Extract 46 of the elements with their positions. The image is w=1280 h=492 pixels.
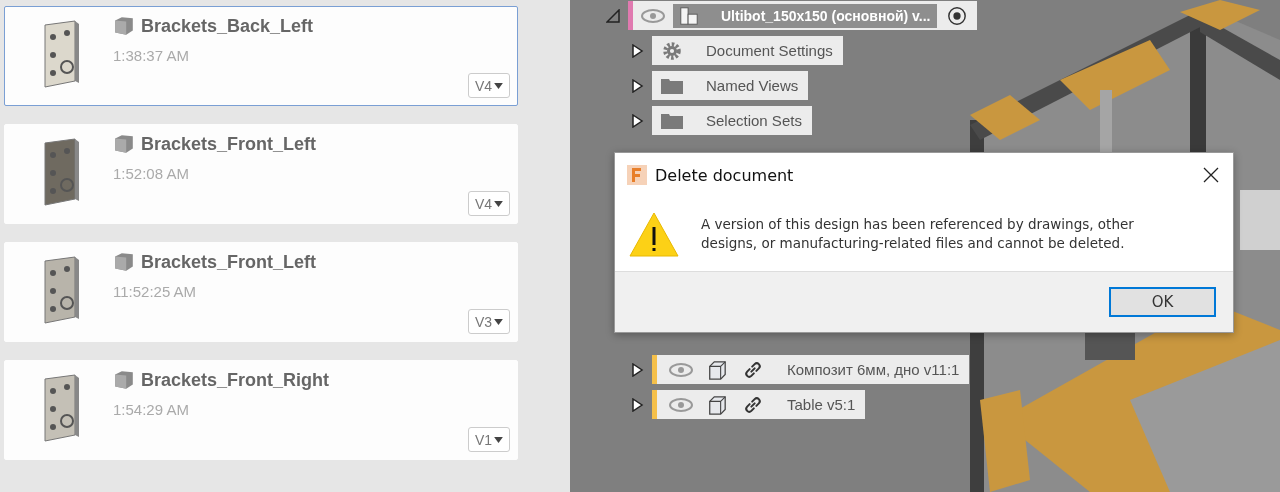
settings-icon	[660, 40, 684, 61]
document-time: 1:38:37 AM	[113, 47, 190, 64]
caret-icon	[494, 436, 504, 443]
document-card[interactable]: Brackets_Front_Right 1:54:29 AM V1	[4, 360, 518, 460]
cube-icon	[113, 369, 135, 391]
close-icon[interactable]	[1203, 167, 1219, 183]
cube-icon	[113, 251, 135, 273]
browser-item[interactable]: Named Views	[652, 71, 809, 100]
expand-toggle[interactable]	[630, 43, 644, 58]
color-bar	[628, 1, 633, 30]
expand-toggle[interactable]	[630, 362, 644, 377]
ok-button[interactable]: OK	[1109, 287, 1216, 317]
version-dropdown[interactable]: V3	[468, 309, 510, 334]
components-icon	[677, 5, 701, 26]
version-dropdown[interactable]: V1	[468, 427, 510, 452]
dialog-title: Delete document	[655, 165, 795, 185]
root-component-row[interactable]: Ultibot_150x150 (основной) v...	[628, 1, 977, 30]
version-dropdown[interactable]: V4	[468, 191, 510, 216]
app-icon	[627, 165, 647, 185]
document-time: 1:54:29 AM	[113, 401, 190, 418]
caret-icon	[494, 82, 504, 89]
document-time: 11:52:25 AM	[113, 283, 198, 300]
caret-icon	[494, 318, 504, 325]
document-time: 1:52:08 AM	[113, 165, 190, 182]
component-row[interactable]: Table v5:1	[652, 390, 866, 419]
collapse-toggle[interactable]	[606, 8, 620, 23]
browser-item[interactable]: Selection Sets	[652, 106, 812, 135]
cube-icon	[113, 133, 135, 155]
expand-toggle[interactable]	[630, 78, 644, 93]
expand-toggle[interactable]	[630, 113, 644, 128]
warning-icon	[629, 211, 679, 257]
document-card[interactable]: Brackets_Front_Left 1:52:08 AM V4	[4, 124, 518, 224]
document-card[interactable]: Brackets_Back_Left 1:38:37 AM V4	[4, 6, 518, 106]
cube-icon	[113, 15, 135, 37]
browser-item[interactable]: Document Settings	[652, 36, 843, 65]
caret-icon	[494, 200, 504, 207]
root-component-title[interactable]: Ultibot_150x150 (основной) v...	[673, 3, 937, 28]
document-name: Brackets_Front_Left	[141, 133, 317, 155]
document-name: Brackets_Front_Right	[141, 369, 330, 391]
version-dropdown[interactable]: V4	[468, 73, 510, 98]
document-name: Brackets_Back_Left	[141, 15, 314, 37]
dialog-message: A version of this design has been referenced by drawings, other designs, or manufacturing-related files and cannot be deleted.	[701, 215, 1135, 253]
document-card[interactable]: Brackets_Front_Left 11:52:25 AM V3	[4, 242, 518, 342]
expand-toggle[interactable]	[630, 397, 644, 412]
document-name: Brackets_Front_Left	[141, 251, 317, 273]
component-row[interactable]: Композит 6мм, дно v11:1	[652, 355, 970, 384]
